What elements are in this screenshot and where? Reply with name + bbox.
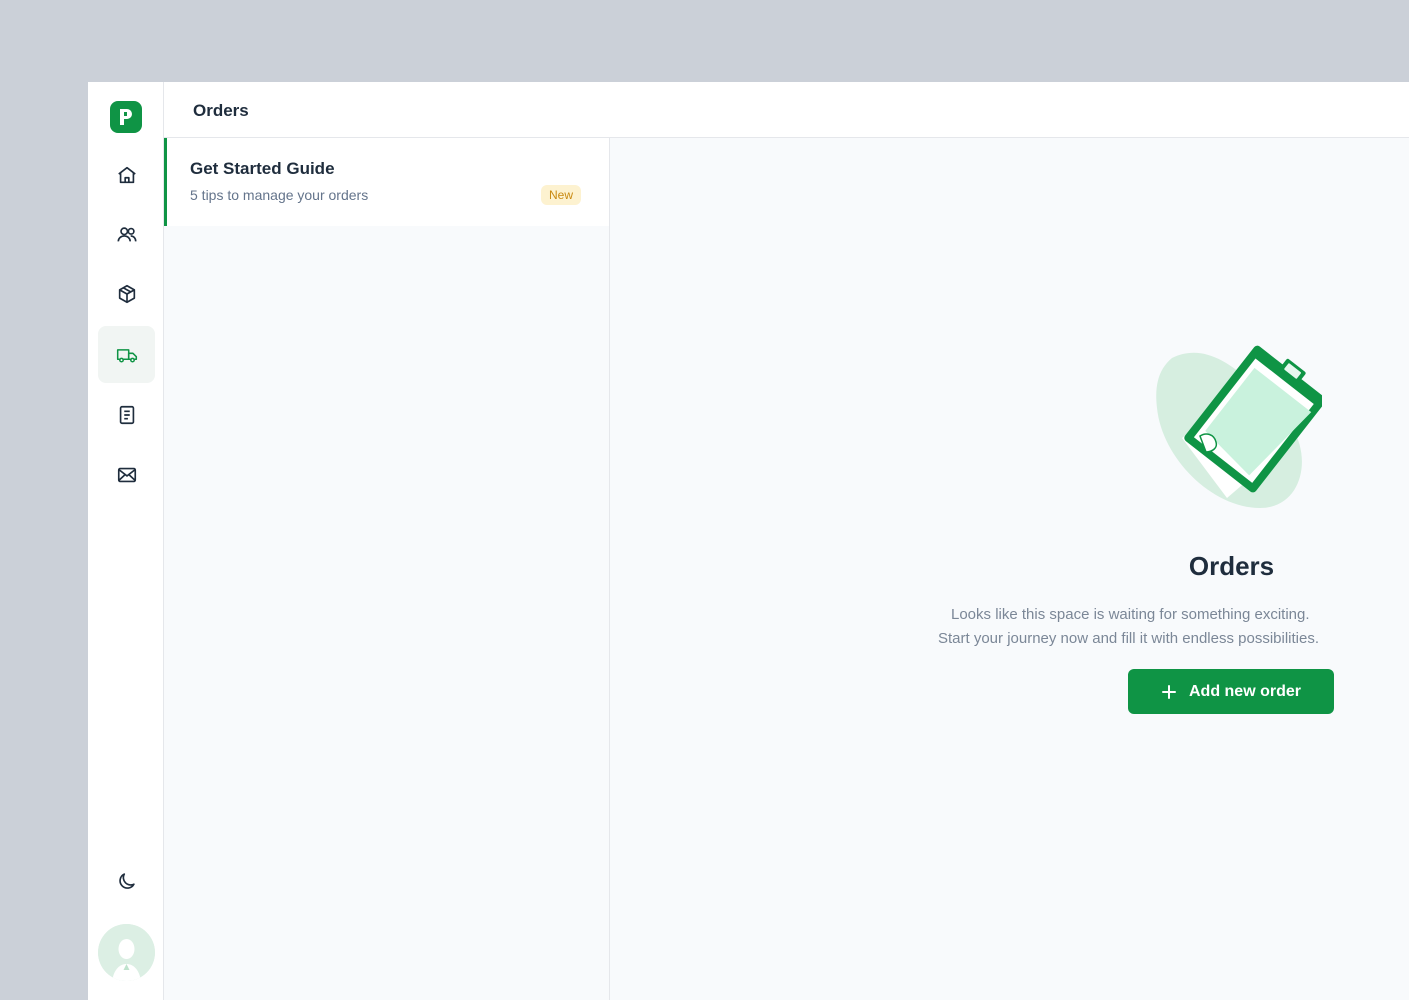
users-icon <box>116 226 137 241</box>
list-panel: Get Started Guide 5 tips to manage your … <box>164 138 610 1000</box>
p-logo-icon[interactable] <box>110 101 142 133</box>
sidebar-item-documents[interactable] <box>98 386 155 443</box>
get-started-guide-card[interactable]: Get Started Guide 5 tips to manage your … <box>164 138 609 226</box>
sidebar-item-home[interactable] <box>98 146 155 203</box>
top-bar: Orders <box>164 82 1409 138</box>
empty-state: Orders Looks like this space is waiting … <box>610 138 1409 1000</box>
page-title: Orders <box>193 101 249 120</box>
sidebar-item-products[interactable] <box>98 265 155 322</box>
app-window: Orders Get Started Guide 5 tips to manag… <box>88 82 1409 1000</box>
box-icon <box>118 284 135 303</box>
document-icon <box>119 405 134 424</box>
theme-toggle-button[interactable] <box>98 852 155 909</box>
clipboard-illustration-icon <box>1156 345 1322 508</box>
sidebar-item-customers[interactable] <box>98 206 155 263</box>
empty-state-title: Orders <box>1188 551 1275 581</box>
empty-state-description: Looks like this space is waiting for som… <box>938 603 1408 651</box>
mail-icon <box>117 467 136 482</box>
empty-state-line-1: Looks like this space is waiting for som… <box>951 606 1310 623</box>
home-icon <box>117 166 136 183</box>
moon-icon <box>118 872 135 889</box>
guide-title: Get Started Guide <box>190 159 335 178</box>
sidebar-item-orders[interactable] <box>98 326 155 383</box>
truck-icon <box>116 348 137 363</box>
sidebar-item-messages[interactable] <box>98 446 155 503</box>
empty-state-line-2: Start your journey now and fill it with … <box>938 630 1320 647</box>
add-new-order-button[interactable]: Add new order <box>1128 669 1334 714</box>
plus-icon <box>1161 684 1176 699</box>
guide-subtitle: 5 tips to manage your orders <box>190 187 369 203</box>
sidebar <box>88 82 164 1000</box>
avatar[interactable] <box>98 924 155 981</box>
new-badge: New <box>541 185 582 205</box>
add-new-order-label: Add new order <box>1188 682 1301 700</box>
